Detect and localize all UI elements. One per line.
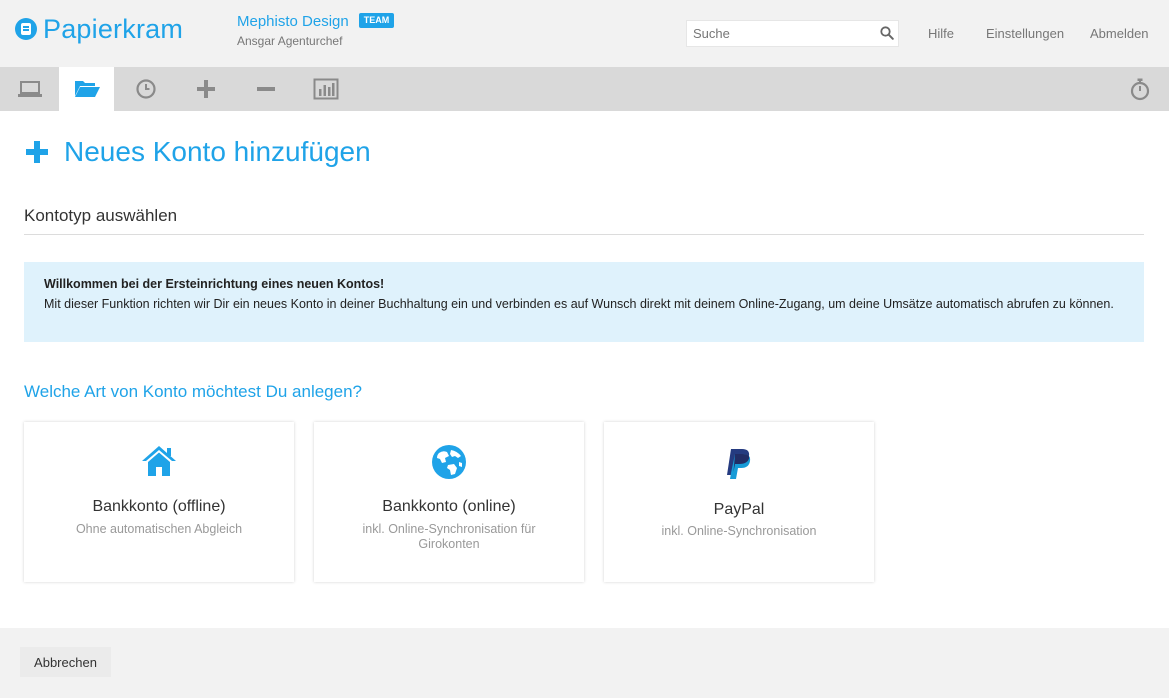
info-box: Willkommen bei der Ersteinrichtung eines… — [24, 262, 1144, 342]
plus-icon — [26, 141, 48, 163]
logout-link[interactable]: Abmelden — [1090, 26, 1149, 42]
settings-link[interactable]: Einstellungen — [986, 26, 1064, 42]
card-bank-offline[interactable]: Bankkonto (offline) Ohne automatischen A… — [24, 422, 294, 582]
search-icon[interactable] — [880, 26, 894, 40]
house-icon — [142, 446, 176, 476]
logo[interactable]: Papierkram — [15, 14, 183, 44]
card-subtitle: inkl. Online-Synchronisation — [661, 524, 817, 538]
card-icon-wrap — [24, 444, 294, 480]
user-name: Ansgar Agenturchef — [237, 34, 343, 48]
card-title: Bankkonto (offline) — [92, 498, 226, 515]
account-info: Mephisto Design TEAM Ansgar Agenturchef — [237, 12, 395, 49]
tab-time-tracking[interactable] — [116, 67, 176, 111]
laptop-icon — [18, 81, 42, 97]
cancel-button[interactable]: Abbrechen — [20, 647, 111, 677]
clock-icon — [136, 79, 156, 99]
tab-dashboard[interactable] — [0, 67, 60, 111]
page-title-text: Neues Konto hinzufügen — [64, 136, 371, 167]
tab-income[interactable] — [176, 67, 236, 111]
divider — [24, 234, 1144, 235]
tab-reports[interactable] — [296, 67, 356, 111]
main-nav-bar — [0, 67, 1169, 111]
card-paypal[interactable]: PayPal inkl. Online-Synchronisation — [604, 422, 874, 582]
card-icon-wrap — [314, 444, 584, 480]
folder-open-icon — [74, 81, 100, 97]
account-type-question: Welche Art von Konto möchtest Du anlegen… — [24, 382, 362, 401]
page-title: Neues Konto hinzufügen — [26, 136, 371, 168]
minus-icon — [257, 87, 275, 91]
tab-accounts[interactable] — [59, 67, 114, 111]
stopwatch-icon — [1130, 78, 1150, 101]
team-badge: TEAM — [358, 12, 395, 28]
card-bank-online[interactable]: Bankkonto (online) inkl. Online-Synchron… — [314, 422, 584, 582]
company-name[interactable]: Mephisto Design — [237, 13, 349, 31]
card-title: Bankkonto (online) — [382, 498, 516, 515]
logo-icon — [15, 18, 37, 40]
company-row: Mephisto Design TEAM — [237, 12, 395, 31]
plus-icon — [197, 80, 215, 98]
footer-bar — [0, 628, 1169, 698]
card-subtitle: inkl. Online-Synchronisation für Girokon… — [362, 522, 536, 551]
info-text: Mit dieser Funktion richten wir Dir ein … — [44, 297, 1114, 311]
card-icon-wrap — [604, 447, 874, 483]
help-link[interactable]: Hilfe — [928, 26, 954, 42]
search-box — [686, 20, 899, 47]
card-title: PayPal — [713, 501, 765, 518]
card-subtitle: Ohne automatischen Abgleich — [75, 522, 243, 536]
top-header: Papierkram Mephisto Design TEAM Ansgar A… — [0, 0, 1169, 67]
globe-icon — [432, 445, 466, 479]
paypal-icon — [727, 449, 751, 479]
bar-chart-icon — [313, 78, 339, 100]
logo-text: Papierkram — [43, 14, 184, 44]
search-input[interactable] — [687, 21, 867, 46]
tab-timer[interactable] — [1110, 67, 1169, 111]
info-heading: Willkommen bei der Ersteinrichtung eines… — [44, 277, 385, 291]
tab-expenses[interactable] — [236, 67, 296, 111]
section-title: Kontotyp auswählen — [24, 206, 178, 225]
